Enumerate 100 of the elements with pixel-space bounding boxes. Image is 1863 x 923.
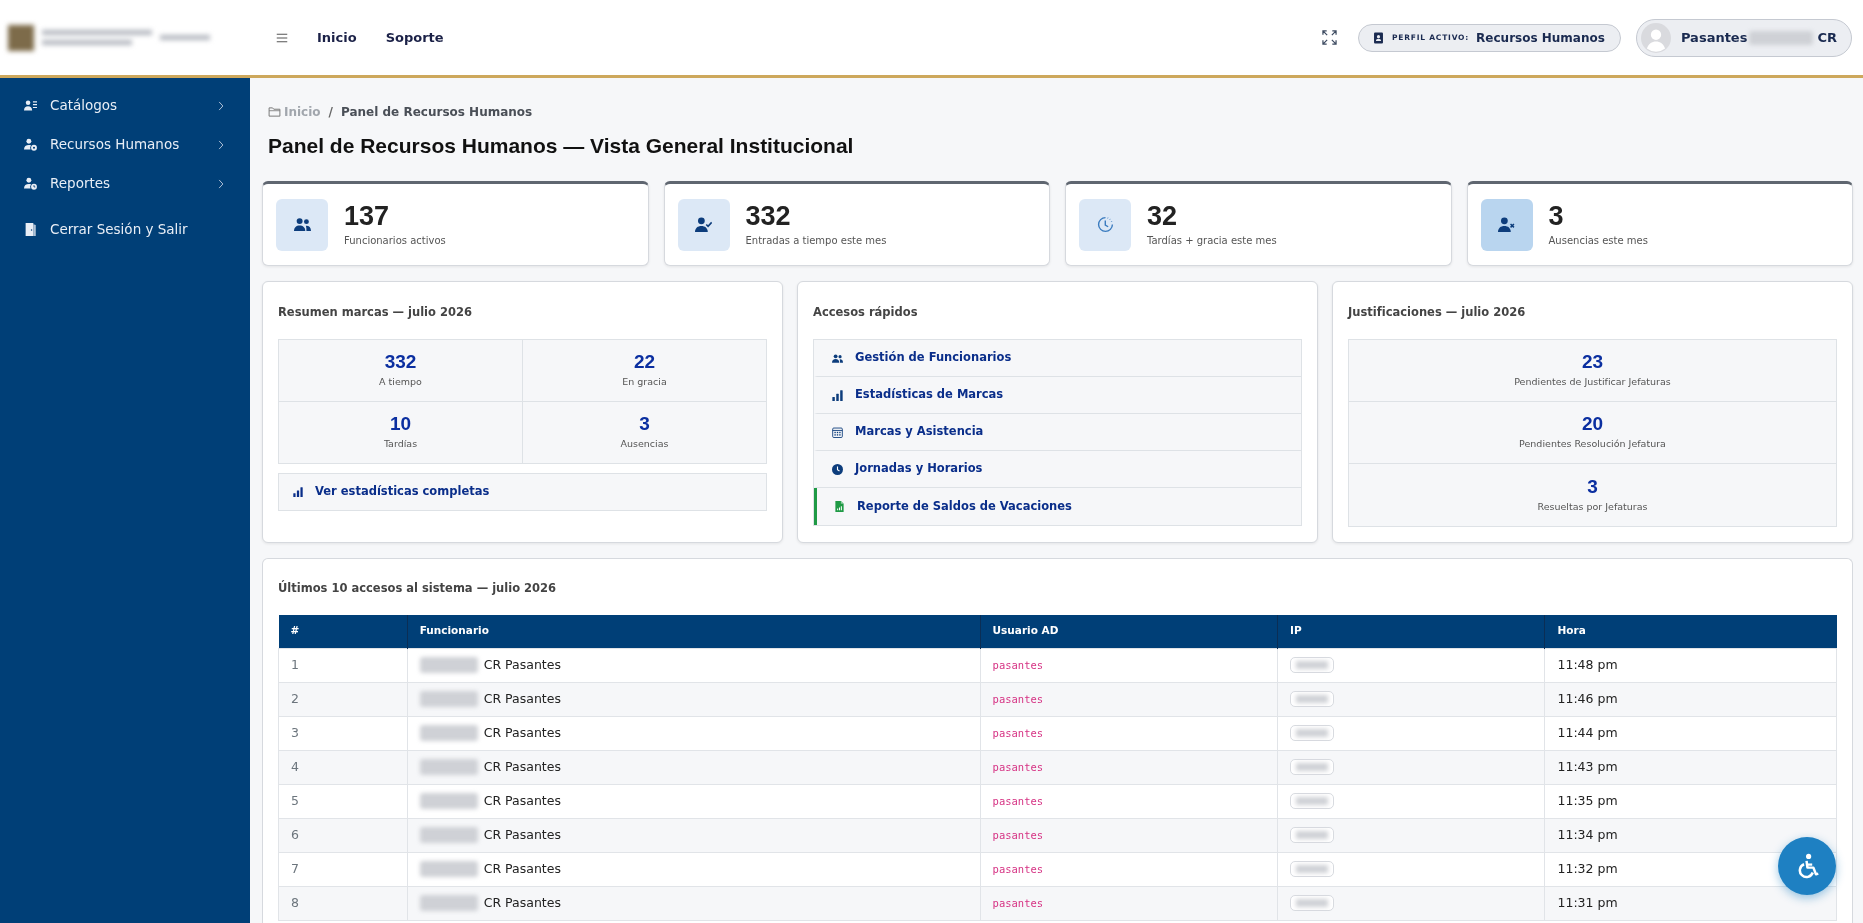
card-title: Últimos 10 accesos al sistema — julio 2026	[278, 580, 558, 596]
summary-label: En gracia	[622, 375, 667, 390]
justification-label: Pendientes de Justificar Jefaturas	[1514, 375, 1671, 390]
blurred-name-block	[419, 827, 478, 844]
blurred-name-block	[419, 861, 478, 878]
column-header: Hora	[1545, 615, 1837, 648]
table-cell: 11:48 pm	[1545, 648, 1837, 682]
table-cell: 11:43 pm	[1545, 750, 1837, 784]
nav-link[interactable]: Soporte	[385, 27, 444, 48]
username-text: pasantes	[992, 658, 1044, 671]
blurred-ip-badge	[1290, 895, 1334, 912]
summary-label: Ausencias	[620, 437, 669, 452]
quick-link[interactable]: Marcas y Asistencia	[814, 414, 1301, 451]
justification-value: 20	[1581, 413, 1604, 436]
blurred-name-block	[419, 793, 478, 810]
page-title: Panel de Recursos Humanos — Vista General Institucional	[268, 133, 855, 159]
user-avatar-icon	[1640, 22, 1671, 53]
column-header: Funcionario	[407, 615, 981, 648]
table-cell: 7	[278, 852, 408, 886]
stat-value: 32	[1147, 201, 1179, 230]
employee-name: CR Pasantes	[483, 792, 561, 808]
blurred-ip-badge	[1290, 759, 1334, 776]
blurred-ip-badge	[1290, 691, 1334, 708]
justification-label: Pendientes Resolución Jefatura	[1519, 437, 1666, 452]
blurred-name-block	[419, 691, 478, 708]
sidebar-item[interactable]: Recursos Humanos	[0, 125, 250, 164]
stat-value: 3	[1548, 201, 1565, 230]
card-title: Resumen marcas — julio 2026	[278, 304, 473, 320]
summary-value: 10	[389, 413, 412, 436]
blurred-name-block	[419, 725, 478, 742]
justification-label: Resueltas por Jefaturas	[1537, 499, 1648, 514]
chevron-right-icon	[216, 139, 226, 150]
blurred-ip-badge	[1290, 657, 1334, 674]
table-cell: 6	[278, 818, 408, 852]
table-cell: 8	[278, 886, 408, 920]
employee-name: CR Pasantes	[483, 826, 561, 842]
blurred-ip-badge	[1290, 725, 1334, 742]
summary-label: A tiempo	[379, 375, 422, 390]
stat-label: Entradas a tiempo este mes	[745, 233, 887, 248]
stat-label: Funcionarios activos	[344, 233, 446, 248]
breadcrumb-separator: /	[328, 104, 333, 121]
blurred-name-block	[419, 895, 478, 912]
column-header: Usuario AD	[980, 615, 1278, 648]
chevron-right-icon	[216, 100, 226, 111]
username-text: pasantes	[992, 794, 1044, 807]
employee-name: CR Pasantes	[483, 724, 561, 740]
employee-name: CR Pasantes	[483, 894, 561, 910]
card-title: Justificaciones — julio 2026	[1348, 304, 1527, 320]
username-text: pasantes	[992, 692, 1044, 705]
nav-link[interactable]: Inicio	[317, 27, 357, 48]
summary-value: 3	[639, 413, 650, 436]
user-list-icon	[24, 99, 37, 112]
table-cell: 11:46 pm	[1545, 682, 1837, 716]
blurred-ip-badge	[1290, 827, 1334, 844]
employee-name: CR Pasantes	[483, 656, 561, 672]
table-cell: 4	[278, 750, 408, 784]
id-card-icon	[1372, 31, 1384, 44]
blurred-name-block	[1749, 30, 1814, 45]
bar-chart-icon	[293, 487, 303, 497]
stat-label: Tardías + gracia este mes	[1147, 233, 1277, 248]
username-text: pasantes	[992, 862, 1044, 875]
bar-chart-icon	[832, 389, 843, 401]
sidebar-item[interactable]: Reportes	[0, 164, 250, 203]
table-cell: 2	[278, 682, 408, 716]
username-text: pasantes	[992, 760, 1044, 773]
summary-label: Tardías	[383, 437, 418, 452]
fullscreen-icon[interactable]	[1321, 30, 1337, 45]
menu-icon[interactable]	[276, 31, 288, 44]
users-icon	[832, 352, 843, 364]
blurred-ip-badge	[1290, 861, 1334, 878]
employee-name: CR Pasantes	[483, 758, 561, 774]
employee-name: CR Pasantes	[483, 690, 561, 706]
spreadsheet-file-icon	[834, 501, 845, 512]
stat-value: 137	[344, 201, 391, 230]
blurred-ip-badge	[1290, 793, 1334, 810]
blurred-name-block	[419, 657, 478, 674]
sidebar-item[interactable]: Catálogos	[0, 86, 250, 125]
username-text: pasantes	[992, 828, 1044, 841]
summary-value: 22	[633, 351, 656, 374]
breadcrumb-current: Panel de Recursos Humanos	[341, 104, 533, 121]
quick-link[interactable]: Estadísticas de Marcas	[814, 377, 1301, 414]
user-menu-button[interactable]: Pasantes CR	[1635, 18, 1852, 57]
justification-value: 23	[1581, 351, 1604, 374]
quick-link[interactable]: Jornadas y Horarios	[814, 451, 1301, 488]
stat-label: Ausencias este mes	[1548, 233, 1648, 248]
statistics-link[interactable]: Ver estadísticas completas	[278, 473, 767, 511]
quick-link[interactable]: Reporte de Saldos de Vacaciones	[814, 488, 1301, 525]
stat-value: 332	[745, 201, 792, 230]
chevron-right-icon	[216, 178, 226, 189]
table-cell: 1	[278, 648, 408, 682]
calendar-icon	[832, 426, 843, 438]
blurred-name-block	[419, 759, 478, 776]
summary-value: 332	[384, 351, 417, 374]
employee-name: CR Pasantes	[483, 860, 561, 876]
justification-value: 3	[1587, 475, 1598, 498]
sidebar-item[interactable]: Cerrar Sesión y Salir	[0, 210, 250, 249]
table-cell: 3	[278, 716, 408, 750]
user-badge-icon	[24, 138, 37, 151]
card-title: Accesos rápidos	[813, 304, 919, 320]
quick-link[interactable]: Gestión de Funcionarios	[814, 340, 1301, 377]
